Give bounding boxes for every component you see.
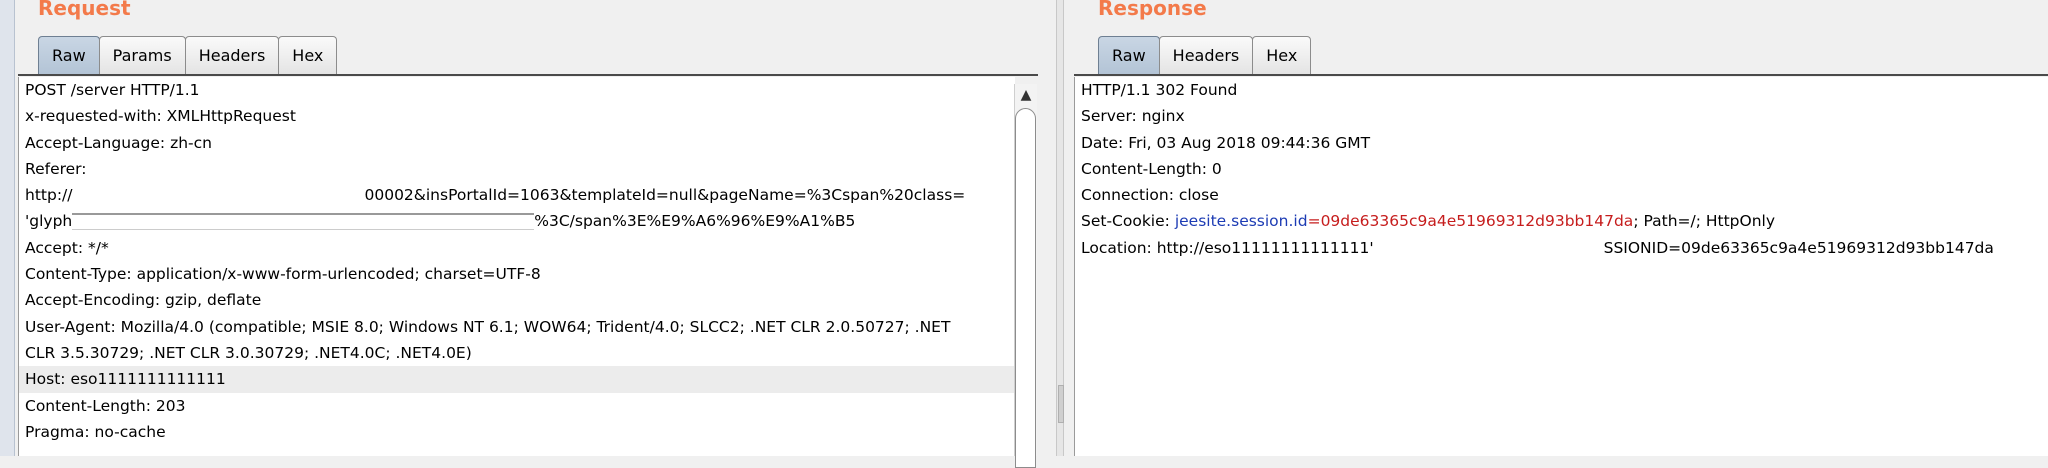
panel-splitter[interactable] (1056, 0, 1064, 456)
redacted-block (72, 213, 535, 231)
request-line: Pragma: no-cache (25, 422, 166, 441)
request-line: Content-Length: 203 (25, 396, 186, 415)
request-line: Accept-Encoding: gzip, deflate (25, 291, 262, 310)
request-editor[interactable]: POST /server HTTP/1.1 x-requested-with: … (18, 77, 1015, 456)
response-line: HTTP/1.1 302 Found (1081, 81, 1238, 99)
response-title: Response (1098, 0, 1207, 20)
request-line: Referer: (25, 159, 87, 178)
url-start: http:// (25, 186, 73, 205)
response-line-set-cookie: Set-Cookie: jeesite.session.id=09de63365… (1075, 208, 2048, 234)
set-cookie-label: Set-Cookie: (1081, 212, 1175, 231)
request-line-url: http:// 00002&insPortalId=1063&templateId… (19, 182, 1015, 208)
response-tab-raw[interactable]: Raw (1098, 36, 1160, 74)
request-line-url-cont: 'glyph %3C/span%3E%E9%A6%96%E9%A1%B5 (19, 208, 1015, 234)
response-line: Date: Fri, 03 Aug 2018 09:44:36 GMT (1081, 133, 1371, 152)
request-tab-hex[interactable]: Hex (278, 36, 338, 74)
request-tabs: Raw Params Headers Hex (38, 36, 338, 74)
request-line: POST /server HTTP/1.1 (25, 81, 200, 99)
cookie-eq: = (1307, 212, 1321, 231)
response-line-location: Location: http://eso11111111111111' SSION… (1075, 235, 2048, 261)
request-line: Accept: */* (25, 238, 109, 257)
request-tab-params[interactable]: Params (98, 36, 186, 74)
url-cont-start: 'glyph (25, 212, 73, 231)
request-line-highlighted: Host: eso1111111111111 (19, 366, 1015, 393)
response-panel: Response Raw Headers Hex HTTP/1.1 302 Fo… (1064, 0, 2048, 456)
location-start: Location: http://eso11111111111111' (1081, 238, 1374, 257)
response-editor[interactable]: HTTP/1.1 302 Found Server: nginx Date: F… (1074, 77, 2048, 456)
request-title: Request (38, 0, 131, 20)
left-gutter (0, 0, 15, 456)
response-tabs: Raw Headers Hex (1098, 36, 1312, 74)
request-tab-headers[interactable]: Headers (184, 36, 280, 74)
url-rest: 00002&insPortalId=1063&templateId=null&p… (364, 186, 966, 205)
response-line: Connection: close (1081, 186, 1219, 205)
request-panel: Request Raw Params Headers Hex POST /ser… (0, 0, 1056, 468)
request-line: User-Agent: Mozilla/4.0 (compatible; MSI… (25, 317, 951, 336)
request-line: Content-Type: application/x-www-form-url… (25, 265, 541, 284)
response-tab-headers[interactable]: Headers (1158, 36, 1254, 74)
response-tab-hex[interactable]: Hex (1252, 36, 1312, 74)
url-cont-rest: %3C/span%3E%E9%A6%96%E9%A1%B5 (534, 212, 856, 231)
cookie-suffix: ; Path=/; HttpOnly (1633, 212, 1776, 231)
cookie-value: 09de63365c9a4e51969312d93bb147da (1320, 212, 1634, 231)
scroll-up-arrow-icon[interactable]: ▲ (1015, 84, 1037, 106)
request-tab-raw[interactable]: Raw (38, 36, 100, 74)
response-line: Server: nginx (1081, 107, 1185, 126)
request-line: CLR 3.5.30729; .NET CLR 3.0.30729; .NET4… (25, 343, 472, 362)
cookie-name: jeesite.session.id (1174, 212, 1308, 231)
request-line: Accept-Language: zh-cn (25, 133, 212, 152)
request-tab-rule (18, 74, 1038, 76)
request-line: x-requested-with: XMLHttpRequest (25, 107, 296, 126)
request-scrollbar[interactable]: ▲ (1014, 84, 1037, 468)
location-rest: SSIONID=09de63365c9a4e51969312d93bb147da (1603, 238, 1994, 257)
response-line: Content-Length: 0 (1081, 159, 1222, 178)
scroll-thumb[interactable] (1015, 108, 1036, 468)
response-tab-rule (1074, 74, 2048, 76)
